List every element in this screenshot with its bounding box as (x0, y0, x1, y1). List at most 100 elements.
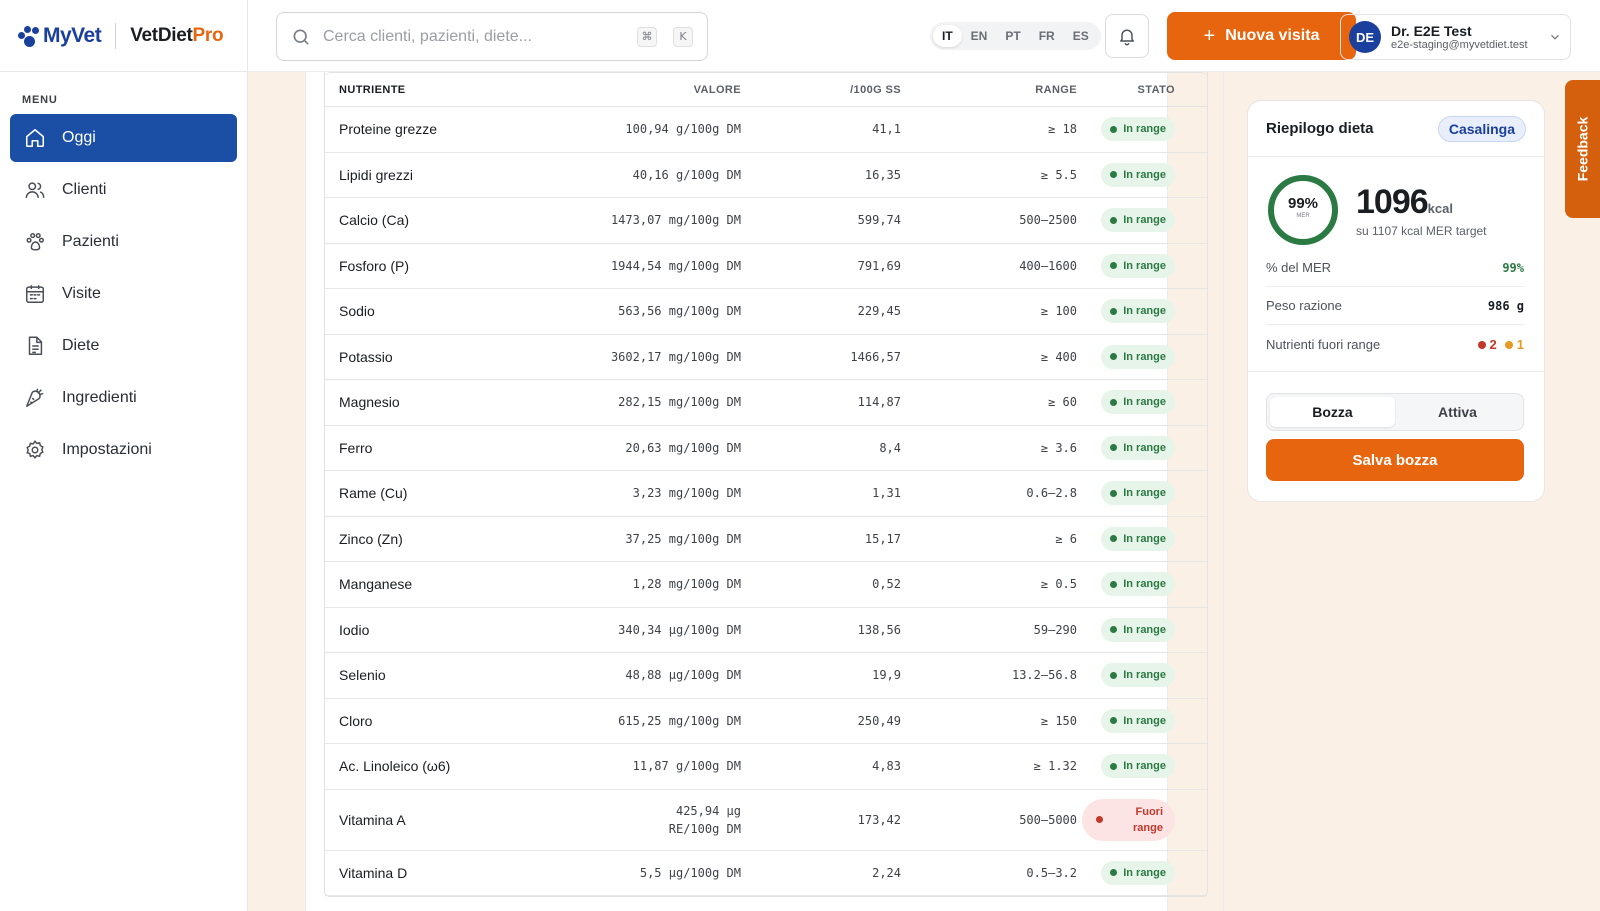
status-label: In range (1123, 669, 1166, 682)
table-row[interactable]: Cloro 615,25 mg/100g DM 250,49 ≥ 150 In rang… (325, 699, 1207, 744)
nutrient-per100: 4,83 (872, 759, 901, 774)
column-header-value: VALORE (693, 83, 741, 96)
kcal-overview: 99% MER 1096kcal su 1107 kcal MER target (1266, 173, 1487, 247)
status-badge: In range (1101, 162, 1175, 187)
column-header-per100: /100G SS (850, 83, 901, 96)
nutrient-range: ≥ 0.5 (1040, 577, 1077, 592)
language-pt[interactable]: PT (996, 25, 1029, 47)
nutrient-value: 563,56 mg/100g DM (618, 304, 741, 319)
nutrient-status: In range (1077, 299, 1189, 324)
toggle-bozza[interactable]: Bozza (1270, 397, 1395, 427)
sidebar-item-diete[interactable]: Diete (10, 322, 237, 370)
vetdietpro-logo[interactable]: VetDietPro (130, 25, 223, 47)
amber-dot-icon (1504, 340, 1513, 349)
table-row[interactable]: Fosforo (P) 1944,54 mg/100g DM 791,69 400–1… (325, 244, 1207, 289)
nutrient-status: Fuori range (1077, 798, 1189, 841)
nutrient-range: ≥ 150 (1040, 713, 1077, 728)
sidebar-item-pazienti[interactable]: Pazienti (10, 218, 237, 266)
nutrient-status: In range (1077, 253, 1189, 278)
status-dot-icon (1110, 717, 1118, 725)
table-row[interactable]: Potassio 3602,17 mg/100g DM 1466,57 ≥ 400 In… (325, 335, 1207, 380)
nutrient-per100: 0,52 (872, 577, 901, 592)
bell-icon (1120, 29, 1134, 46)
new-visit-label: Nuova visita (1225, 27, 1320, 44)
status-badge: In range (1101, 526, 1175, 551)
table-row[interactable]: Proteine grezze 100,94 g/100g DM 41,1 ≥ 18 I… (325, 107, 1207, 153)
nutrient-name: Manganese (339, 576, 413, 593)
save-draft-button[interactable]: Salva bozza (1266, 439, 1524, 481)
document-icon (28, 336, 43, 355)
status-dot-icon (1110, 489, 1118, 497)
nutrient-range: ≥ 60 (1048, 395, 1077, 410)
table-row[interactable]: Ac. Linoleico (ω6) 11,87 g/100g DM 4,83 ≥ 1… (325, 744, 1207, 790)
sidebar-menu: Oggi Clienti Pazienti Visite Diete Ingre… (0, 106, 247, 486)
language-it[interactable]: IT (933, 25, 962, 47)
status-label: In range (1123, 305, 1166, 318)
table-row[interactable]: Zinco (Zn) 37,25 mg/100g DM 15,17 ≥ 6 In ran… (325, 517, 1207, 562)
nutrient-value: 1,28 mg/100g DM (632, 577, 741, 592)
nutrient-per100: 2,24 (872, 865, 901, 880)
sidebar-item-impostazioni[interactable]: Impostazioni (10, 426, 237, 474)
myvet-logo[interactable]: MyVet (18, 24, 102, 48)
main-content: NUTRIENTE VALORE /100G SS RANGE STATO Pr… (248, 72, 1223, 911)
kcal-value: 1096 (1356, 182, 1429, 221)
status-badge: In range (1101, 390, 1175, 415)
sidebar-item-clienti[interactable]: Clienti (10, 166, 237, 214)
summary-divider (1248, 371, 1544, 372)
nutrient-per100: 19,9 (872, 668, 901, 683)
language-en[interactable]: EN (962, 25, 997, 47)
new-visit-button[interactable]: + Nuova visita (1167, 12, 1356, 60)
sidebar-item-oggi[interactable]: Oggi (10, 114, 237, 162)
table-row[interactable]: Vitamina A 425,94 µg RE/100g DM 173,42 500–… (325, 790, 1207, 851)
table-row[interactable]: Rame (Cu) 3,23 mg/100g DM 1,31 0.6–2.8 In ra… (325, 471, 1207, 517)
out-of-range-counts: 2 1 (1477, 337, 1524, 352)
status-badge: Fuori range (1082, 798, 1175, 841)
stat-out-label: Nutrienti fuori range (1266, 336, 1381, 352)
feedback-tab[interactable]: Feedback (1565, 80, 1600, 218)
table-row[interactable]: Vitamina D 5,5 µg/100g DM 2,24 0.5–3.2 In ra… (325, 851, 1207, 896)
table-row[interactable]: Sodio 563,56 mg/100g DM 229,45 ≥ 100 In rang… (325, 289, 1207, 335)
table-row[interactable]: Iodio 340,34 µg/100g DM 138,56 59–290 In ran… (325, 608, 1207, 653)
notifications-button[interactable] (1105, 14, 1149, 58)
status-badge: In range (1101, 708, 1175, 733)
nutrient-name: Magnesio (339, 394, 400, 411)
language-switcher: IT EN PT FR ES (930, 22, 1101, 50)
language-fr[interactable]: FR (1030, 25, 1064, 47)
kcal-target: su 1107 kcal MER target (1356, 223, 1487, 238)
nutrient-per100: 1466,57 (850, 349, 901, 364)
nutrient-name: Vitamina D (339, 864, 408, 881)
status-badge: In range (1101, 663, 1175, 688)
nutrient-range: 0.5–3.2 (1026, 865, 1077, 880)
nutrient-per100: 229,45 (857, 304, 901, 319)
nutrient-per100: 41,1 (872, 122, 901, 137)
table-row[interactable]: Calcio (Ca) 1473,07 mg/100g DM 599,74 500–2… (325, 198, 1207, 244)
table-row[interactable]: Manganese 1,28 mg/100g DM 0,52 ≥ 0.5 In rang… (325, 562, 1207, 608)
nutrient-name: Proteine grezze (339, 121, 438, 138)
status-badge: In range (1101, 208, 1175, 233)
table-header: NUTRIENTE VALORE /100G SS RANGE STATO (325, 72, 1207, 107)
search-box[interactable]: ⌘ K (276, 12, 708, 61)
sidebar-item-label: Clienti (62, 181, 107, 198)
status-dot-icon (1110, 353, 1118, 361)
sidebar-item-ingredienti[interactable]: Ingredienti (10, 374, 237, 422)
table-row[interactable]: Ferro 20,63 mg/100g DM 8,4 ≥ 3.6 In range (325, 426, 1207, 471)
table-row[interactable]: Lipidi grezzi 40,16 g/100g DM 16,35 ≥ 5.5 In… (325, 153, 1207, 198)
nutrient-value: 48,88 µg/100g DM (625, 668, 741, 683)
toggle-attiva[interactable]: Attiva (1395, 397, 1520, 427)
nutrient-status: In range (1077, 663, 1189, 688)
table-row[interactable]: Selenio 48,88 µg/100g DM 19,9 13.2–56.8 In r… (325, 653, 1207, 699)
language-es[interactable]: ES (1064, 25, 1098, 47)
user-menu[interactable]: DE Dr. E2E Test e2e-staging@myvetdiet.te… (1340, 14, 1571, 60)
status-label: Fuori range (1133, 805, 1163, 834)
nutrient-range: ≥ 18 (1048, 122, 1077, 137)
nutrient-name: Zinco (Zn) (339, 530, 403, 547)
nutrient-status: In range (1077, 860, 1189, 885)
status-dot-icon (1110, 535, 1118, 543)
search-input[interactable] (323, 27, 621, 46)
table-row[interactable]: Magnesio 282,15 mg/100g DM 114,87 ≥ 60 In ra… (325, 380, 1207, 426)
status-badge: In range (1101, 117, 1175, 142)
menu-heading: MENU (22, 94, 58, 106)
status-dot-icon (1110, 307, 1118, 315)
nutrient-value: 282,15 mg/100g DM (618, 395, 741, 410)
sidebar-item-visite[interactable]: Visite (10, 270, 237, 318)
